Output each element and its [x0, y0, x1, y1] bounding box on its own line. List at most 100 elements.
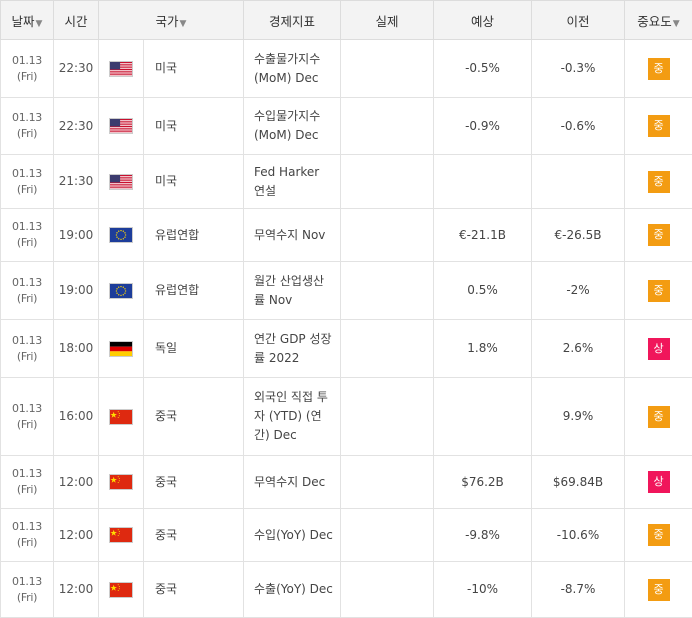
date-weekday: (Fri)	[16, 69, 38, 83]
table-row[interactable]: 01.13 (Fri) 12:00 중국 수출(YoY) Dec -10% -8.…	[0, 561, 692, 618]
date-cell: 01.13 (Fri)	[0, 208, 54, 262]
country-cell: 유럽연합	[143, 208, 244, 262]
header-indicator: 경제지표	[243, 0, 341, 40]
indicator-cell[interactable]: Fed Harker 연설	[243, 154, 341, 209]
date-cell: 01.13 (Fri)	[0, 455, 54, 509]
date-weekday: (Fri)	[16, 590, 38, 604]
date-day: 01.13	[12, 166, 42, 180]
sort-arrow-icon[interactable]: ▼	[673, 19, 680, 29]
actual-cell	[340, 508, 434, 562]
eu-flag-icon	[109, 227, 133, 243]
table-header-row: 날짜▼ 시간 국가▼ 경제지표 실제 예상 이전 중요도▼	[0, 0, 692, 40]
forecast-cell: -0.9%	[433, 97, 532, 155]
previous-cell: €-26.5B	[531, 208, 625, 262]
actual-cell	[340, 261, 434, 320]
date-day: 01.13	[12, 111, 42, 124]
country-cell: 중국	[143, 455, 244, 509]
table-row[interactable]: 01.13 (Fri) 12:00 중국 수입(YoY) Dec -9.8% -1…	[0, 508, 692, 562]
table-row[interactable]: 01.13 (Fri) 16:00 중국 외국인 직접 투자 (YTD) (연간)…	[0, 377, 692, 456]
time-cell: 12:00	[53, 561, 99, 618]
actual-cell	[340, 97, 434, 155]
table-row[interactable]: 01.13 (Fri) 18:00 독일 연간 GDP 성장률 2022 1.8%…	[0, 319, 692, 378]
country-cell: 중국	[143, 508, 244, 562]
country-cell: 독일	[143, 319, 244, 378]
date-cell: 01.13 (Fri)	[0, 97, 54, 155]
date-day: 01.13	[12, 401, 42, 415]
flag-cell	[98, 508, 144, 562]
indicator-cell[interactable]: 외국인 직접 투자 (YTD) (연간) Dec	[243, 377, 341, 456]
indicator-cell[interactable]: 수출(YoY) Dec	[243, 561, 341, 618]
importance-cell: 상	[624, 319, 692, 378]
indicator-cell[interactable]: 무역수지 Nov	[243, 208, 341, 262]
previous-cell: -8.7%	[531, 561, 625, 618]
date-day: 01.13	[12, 220, 42, 233]
country-cell: 미국	[143, 154, 244, 209]
actual-cell	[340, 561, 434, 618]
importance-cell: 중	[624, 508, 692, 562]
sort-arrow-icon[interactable]: ▼	[36, 19, 43, 29]
time-cell: 12:00	[53, 455, 99, 509]
indicator-cell[interactable]: 수입(YoY) Dec	[243, 508, 341, 562]
previous-cell: -10.6%	[531, 508, 625, 562]
actual-cell	[340, 154, 434, 209]
importance-cell: 중	[624, 261, 692, 320]
header-previous: 이전	[531, 0, 625, 40]
header-country[interactable]: 국가▼	[98, 0, 244, 40]
importance-badge: 중	[647, 57, 670, 80]
flag-cell	[98, 208, 144, 262]
flag-cell	[98, 97, 144, 155]
importance-badge: 상	[647, 471, 670, 493]
header-forecast: 예상	[433, 0, 532, 40]
importance-cell: 중	[624, 39, 692, 98]
indicator-cell[interactable]: 월간 산업생산률 Nov	[243, 261, 341, 320]
actual-cell	[340, 319, 434, 378]
date-day: 01.13	[12, 275, 42, 289]
date-weekday: (Fri)	[16, 349, 38, 363]
country-cell: 유럽연합	[143, 261, 244, 320]
actual-cell	[340, 39, 434, 98]
table-row[interactable]: 01.13 (Fri) 12:00 중국 무역수지 Dec $76.2B $69.…	[0, 455, 692, 509]
importance-cell: 상	[624, 455, 692, 509]
flag-cell	[98, 261, 144, 320]
country-cell: 중국	[143, 561, 244, 618]
header-importance[interactable]: 중요도▼	[624, 0, 692, 40]
forecast-cell: $76.2B	[433, 455, 532, 509]
table-row[interactable]: 01.13 (Fri) 19:00 유럽연합 무역수지 Nov €-21.1B €…	[0, 208, 692, 262]
importance-cell: 중	[624, 97, 692, 155]
time-cell: 18:00	[53, 319, 99, 378]
header-date[interactable]: 날짜▼	[0, 0, 54, 40]
cn-flag-icon	[109, 581, 133, 598]
table-row[interactable]: 01.13 (Fri) 22:30 미국 수입물가지수(MoM) Dec -0.9…	[0, 97, 692, 155]
date-cell: 01.13 (Fri)	[0, 508, 54, 562]
date-weekday: (Fri)	[16, 182, 38, 196]
date-day: 01.13	[12, 520, 42, 533]
country-cell: 미국	[143, 97, 244, 155]
date-day: 01.13	[12, 333, 42, 347]
table-row[interactable]: 01.13 (Fri) 19:00 유럽연합 월간 산업생산률 Nov 0.5% …	[0, 261, 692, 320]
forecast-cell: -10%	[433, 561, 532, 618]
date-day: 01.13	[12, 53, 42, 67]
previous-cell: 2.6%	[531, 319, 625, 378]
indicator-cell[interactable]: 수출물가지수(MoM) Dec	[243, 39, 341, 98]
time-cell: 16:00	[53, 377, 99, 456]
table-row[interactable]: 01.13 (Fri) 22:30 미국 수출물가지수(MoM) Dec -0.5…	[0, 39, 692, 98]
time-cell: 19:00	[53, 261, 99, 320]
date-weekday: (Fri)	[16, 483, 38, 496]
sort-arrow-icon[interactable]: ▼	[180, 19, 187, 29]
importance-cell: 중	[624, 154, 692, 209]
importance-cell: 중	[624, 377, 692, 456]
date-cell: 01.13 (Fri)	[0, 319, 54, 378]
indicator-cell[interactable]: 연간 GDP 성장률 2022	[243, 319, 341, 378]
flag-cell	[98, 455, 144, 509]
actual-cell	[340, 208, 434, 262]
header-actual: 실제	[340, 0, 434, 40]
previous-cell: $69.84B	[531, 455, 625, 509]
de-flag-icon	[109, 340, 133, 357]
table-row[interactable]: 01.13 (Fri) 21:30 미국 Fed Harker 연설 중	[0, 154, 692, 209]
flag-cell	[98, 377, 144, 456]
actual-cell	[340, 455, 434, 509]
indicator-cell[interactable]: 수입물가지수(MoM) Dec	[243, 97, 341, 155]
time-cell: 12:00	[53, 508, 99, 562]
indicator-cell[interactable]: 무역수지 Dec	[243, 455, 341, 509]
forecast-cell	[433, 377, 532, 456]
